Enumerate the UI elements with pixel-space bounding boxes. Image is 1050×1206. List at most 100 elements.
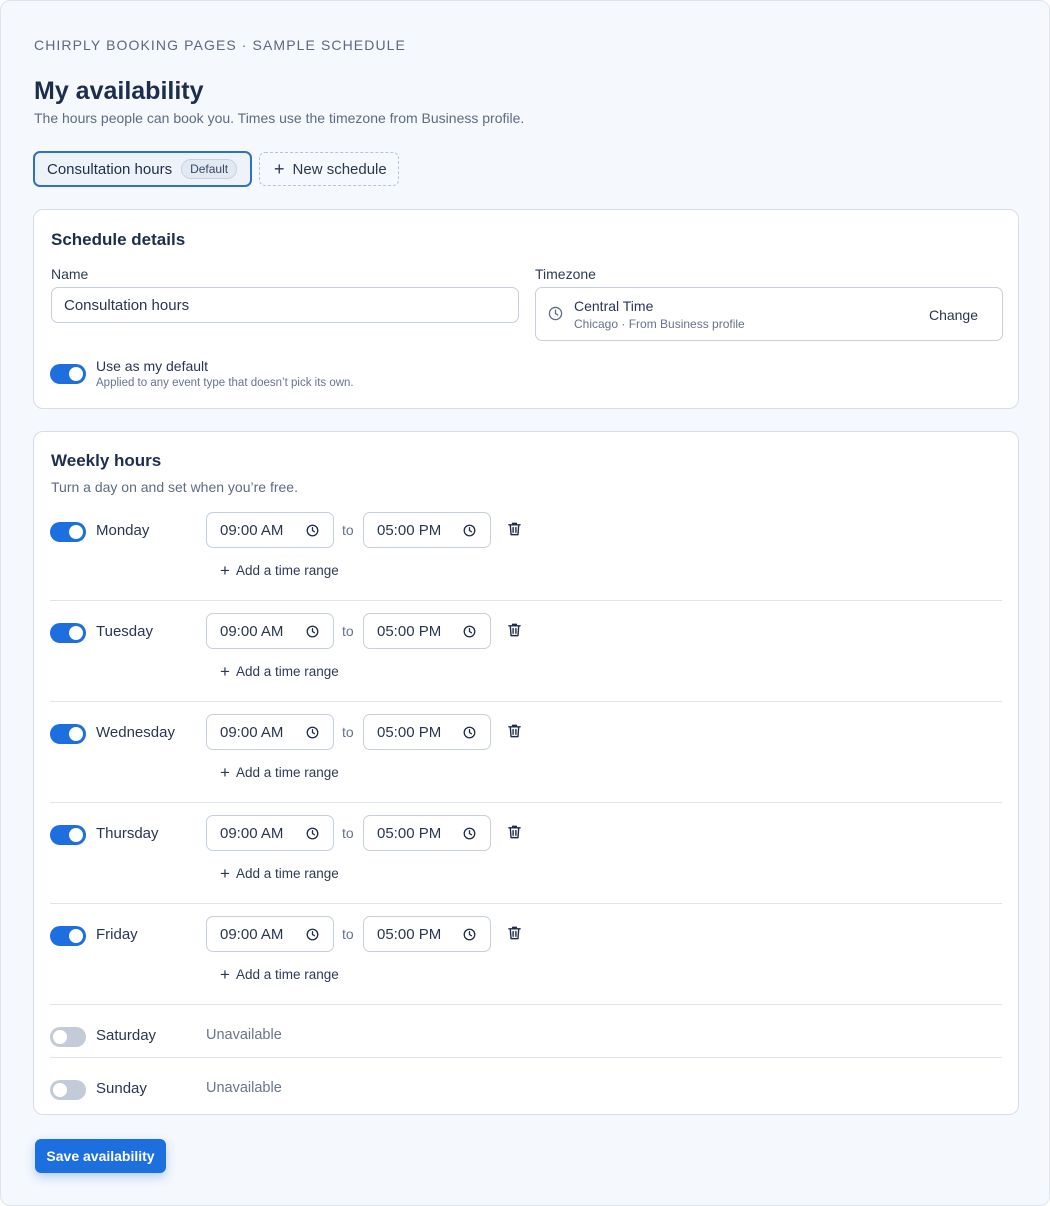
clock-icon (463, 928, 476, 945)
add-range-label: Add a time range (235, 866, 339, 881)
end-time-value: 05:00 PM (377, 723, 442, 741)
weekly-hours-help: Turn a day on and set when you’re free. (51, 479, 298, 495)
change-timezone-button[interactable]: Change (929, 307, 978, 323)
add-range-label: Add a time range (235, 967, 339, 982)
start-time-value: 09:00 AM (220, 824, 284, 842)
new-schedule-label: New schedule (292, 160, 387, 178)
start-time-input[interactable]: 09:00 AM (206, 512, 334, 548)
name-label: Name (51, 266, 89, 282)
add-range-label: Add a time range (235, 765, 339, 780)
add-time-range-button[interactable]: + Add a time range (220, 562, 339, 579)
clock-icon (306, 524, 319, 541)
plus-icon: + (220, 763, 230, 782)
save-availability-button[interactable]: Save availability (35, 1139, 166, 1173)
day-name: Thursday (96, 825, 159, 842)
divider (50, 1004, 1002, 1005)
end-time-value: 05:00 PM (377, 824, 442, 842)
add-time-range-button[interactable]: + Add a time range (220, 966, 339, 983)
add-time-range-button[interactable]: + Add a time range (220, 865, 339, 882)
start-time-value: 09:00 AM (220, 723, 284, 741)
day-toggle-friday[interactable] (50, 926, 86, 946)
plus-icon: + (220, 965, 230, 984)
page-title: My availability (34, 77, 204, 105)
add-range-label: Add a time range (235, 563, 339, 578)
add-range-label: Add a time range (235, 664, 339, 679)
add-time-range-button[interactable]: + Add a time range (220, 663, 339, 680)
default-toggle-help: Applied to any event type that doesn’t p… (96, 377, 354, 389)
end-time-input[interactable]: 05:00 PM (363, 815, 491, 851)
day-toggle-saturday[interactable] (50, 1027, 86, 1047)
clock-icon (306, 928, 319, 945)
start-time-value: 09:00 AM (220, 622, 284, 640)
plus-icon: + (220, 864, 230, 883)
divider (50, 1057, 1002, 1058)
schedule-name-input[interactable] (51, 287, 519, 323)
day-toggle-monday[interactable] (50, 522, 86, 542)
default-toggle-label: Use as my default (96, 358, 209, 374)
to-separator: to (342, 825, 354, 841)
start-time-value: 09:00 AM (220, 925, 284, 943)
to-separator: to (342, 926, 354, 942)
day-toggle-sunday[interactable] (50, 1080, 86, 1100)
clock-icon (463, 524, 476, 541)
trash-icon[interactable] (507, 521, 522, 542)
clock-icon (463, 625, 476, 642)
availability-page: CHIRPLY BOOKING PAGES · SAMPLE SCHEDULE … (0, 0, 1050, 1206)
timezone-name: Central Time (574, 298, 654, 314)
end-time-input[interactable]: 05:00 PM (363, 512, 491, 548)
day-name: Saturday (96, 1027, 157, 1044)
clock-icon (306, 625, 319, 642)
clock-icon (548, 306, 563, 326)
trash-icon[interactable] (507, 723, 522, 744)
unavailable-label: Unavailable (206, 1080, 282, 1096)
end-time-input[interactable]: 05:00 PM (363, 714, 491, 750)
day-name: Sunday (96, 1080, 147, 1097)
weekly-hours-card: Weekly hours Turn a day on and set when … (33, 431, 1019, 1115)
plus-icon: + (274, 159, 285, 179)
page-subtitle: The hours people can book you. Times use… (34, 110, 525, 126)
add-time-range-button[interactable]: + Add a time range (220, 764, 339, 781)
plus-icon: + (220, 662, 230, 681)
timezone-field: Central Time Chicago · From Business pro… (535, 287, 1003, 341)
day-toggle-wednesday[interactable] (50, 724, 86, 744)
end-time-value: 05:00 PM (377, 622, 442, 640)
start-time-input[interactable]: 09:00 AM (206, 613, 334, 649)
day-name: Wednesday (96, 724, 175, 741)
trash-icon[interactable] (507, 824, 522, 845)
start-time-input[interactable]: 09:00 AM (206, 916, 334, 952)
to-separator: to (342, 724, 354, 740)
end-time-value: 05:00 PM (377, 925, 442, 943)
divider (50, 802, 1002, 803)
day-name: Friday (96, 926, 138, 943)
timezone-label: Timezone (535, 266, 596, 282)
schedule-details-title: Schedule details (51, 230, 186, 249)
trash-icon[interactable] (507, 925, 522, 946)
default-badge: Default (181, 159, 238, 179)
start-time-input[interactable]: 09:00 AM (206, 815, 334, 851)
day-toggle-tuesday[interactable] (50, 623, 86, 643)
default-toggle[interactable] (50, 364, 86, 384)
tab-consultation-hours[interactable]: Consultation hours Default (33, 151, 252, 187)
plus-icon: + (220, 561, 230, 580)
end-time-input[interactable]: 05:00 PM (363, 613, 491, 649)
schedule-details-card: Schedule details Name Timezone Central T… (33, 209, 1019, 409)
end-time-value: 05:00 PM (377, 521, 442, 539)
to-separator: to (342, 623, 354, 639)
timezone-source: Chicago · From Business profile (574, 317, 745, 331)
to-separator: to (342, 522, 354, 538)
clock-icon (306, 827, 319, 844)
unavailable-label: Unavailable (206, 1027, 282, 1043)
end-time-input[interactable]: 05:00 PM (363, 916, 491, 952)
day-toggle-thursday[interactable] (50, 825, 86, 845)
divider (50, 903, 1002, 904)
start-time-value: 09:00 AM (220, 521, 284, 539)
start-time-input[interactable]: 09:00 AM (206, 714, 334, 750)
divider (50, 701, 1002, 702)
tab-label: Consultation hours (47, 160, 173, 178)
clock-icon (463, 827, 476, 844)
new-schedule-button[interactable]: + New schedule (259, 152, 399, 186)
trash-icon[interactable] (507, 622, 522, 643)
day-name: Monday (96, 522, 150, 539)
clock-icon (306, 726, 319, 743)
breadcrumb: CHIRPLY BOOKING PAGES · SAMPLE SCHEDULE (34, 37, 406, 53)
